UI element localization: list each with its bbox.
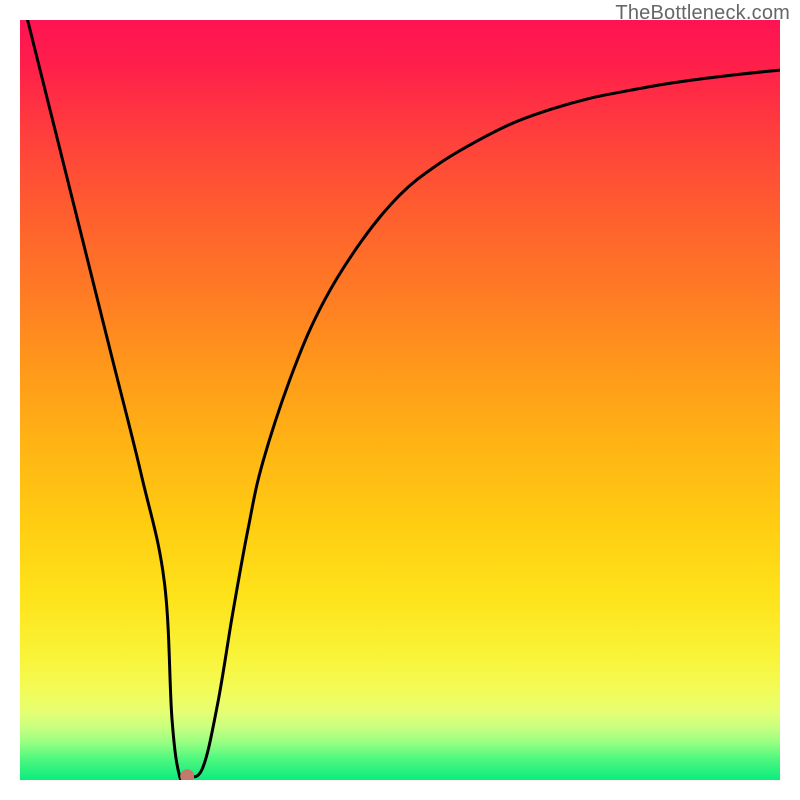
minimum-marker-icon (180, 769, 194, 780)
bottleneck-curve (28, 20, 780, 780)
chart-container: TheBottleneck.com (0, 0, 800, 800)
curve-layer (20, 20, 780, 780)
chart-frame (20, 20, 780, 780)
watermark-text: TheBottleneck.com (615, 2, 790, 25)
